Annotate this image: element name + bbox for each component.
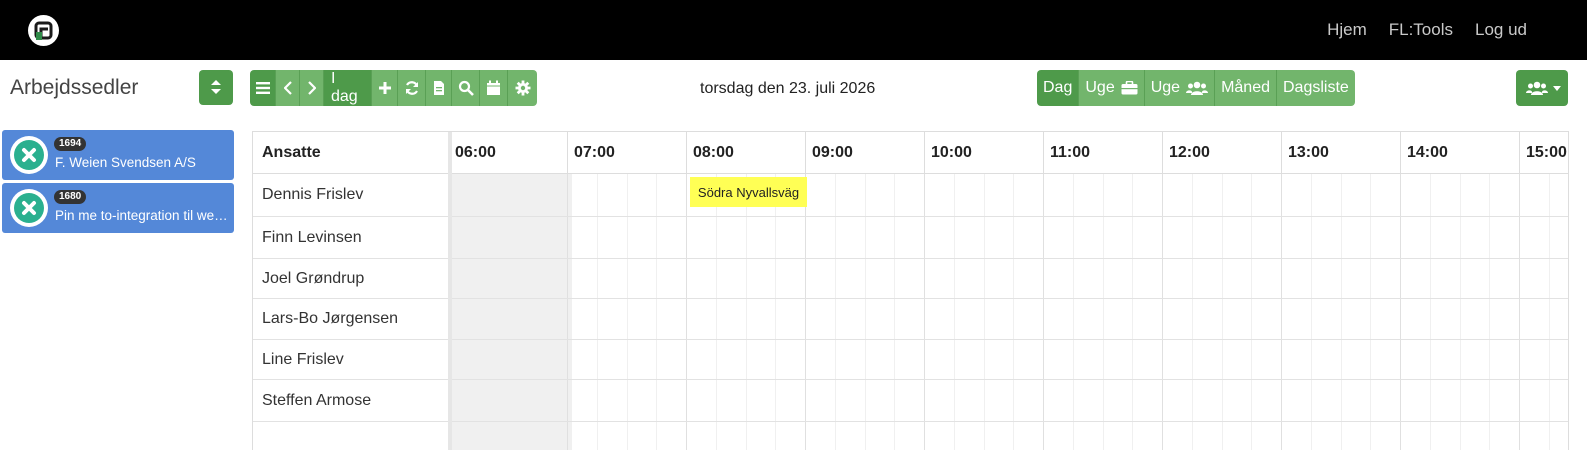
today-button[interactable]: I dag (324, 70, 372, 106)
employee-filter-button[interactable] (1516, 70, 1568, 106)
search-button[interactable] (452, 70, 480, 106)
employees-column-header: Ansatte (262, 144, 321, 161)
chevron-down-icon (1553, 86, 1561, 91)
menu-button[interactable] (250, 70, 276, 106)
hour-header: 09:00 (805, 132, 925, 174)
nav-links: Hjem FL:Tools Log ud (1327, 0, 1527, 60)
hour-header: 11:00 (1043, 132, 1163, 174)
app-logo[interactable] (28, 15, 59, 46)
hour-header: 06:00 (448, 132, 568, 174)
employee-name: Dennis Frislev (262, 186, 364, 203)
job-number-badge: 1680 (54, 190, 87, 204)
refresh-icon (405, 81, 418, 95)
worksheet-card[interactable]: 1694 F. Weien Svendsen A/S (2, 130, 234, 180)
avatar (10, 189, 48, 227)
users-icon (1526, 81, 1548, 95)
employee-name: Finn Levinsen (262, 228, 362, 246)
plus-icon (378, 82, 391, 94)
hour-header: 15:00 (1519, 132, 1569, 174)
card-title: F. Weien Svendsen A/S (55, 155, 196, 170)
chevron-right-icon (307, 81, 316, 95)
menu-icon (255, 82, 270, 94)
employee-name: Lars-Bo Jørgensen (262, 310, 399, 327)
view-month-label: Måned (1221, 79, 1270, 96)
close-icon (22, 201, 36, 215)
calendar-icon (487, 80, 500, 95)
refresh-button[interactable] (398, 70, 426, 106)
view-daylist-button[interactable]: Dagsliste (1277, 70, 1355, 106)
hour-header: 08:00 (686, 132, 806, 174)
view-month-button[interactable]: Måned (1215, 70, 1277, 106)
gear-icon (515, 80, 530, 96)
chevron-left-icon (283, 81, 292, 95)
hour-header: 12:00 (1162, 132, 1282, 174)
avatar (10, 136, 48, 174)
hour-header: 10:00 (924, 132, 1044, 174)
next-button[interactable] (300, 70, 324, 106)
top-navbar: Hjem FL:Tools Log ud (0, 0, 1587, 60)
nav-link-logout[interactable]: Log ud (1475, 20, 1527, 40)
view-day-button[interactable]: Dag (1037, 70, 1080, 106)
briefcase-icon (1121, 81, 1138, 95)
document-button[interactable] (426, 70, 452, 106)
sort-icon (211, 80, 221, 94)
search-icon (458, 80, 474, 96)
add-button[interactable] (372, 70, 398, 106)
panel-title: Arbejdssedler (10, 76, 139, 99)
card-title: Pin me to-integration til webshop (55, 208, 231, 223)
hour-header: 07:00 (567, 132, 687, 174)
employee-name: Steffen Armose (262, 391, 372, 409)
calendar-toolbar: I dag (250, 70, 537, 106)
grid-divider (448, 132, 452, 450)
view-week-jobs-label: Uge (1085, 79, 1115, 96)
prev-button[interactable] (276, 70, 300, 106)
view-daylist-label: Dagsliste (1283, 79, 1349, 96)
close-icon (22, 148, 36, 162)
nav-link-fltools[interactable]: FL:Tools (1389, 20, 1453, 40)
settings-button[interactable] (508, 70, 537, 106)
view-week-users-button[interactable]: Uge (1144, 70, 1216, 106)
worksheet-card[interactable]: 1680 Pin me to-integration til webshop (2, 183, 234, 233)
employee-name: Joel Grøndrup (262, 269, 365, 287)
view-week-jobs-button[interactable]: Uge (1079, 70, 1145, 106)
grid-right-border (1568, 131, 1569, 450)
hour-header: 14:00 (1400, 132, 1520, 174)
scheduler-grid: Ansatte 06:00 07:00 08:00 09:00 10:00 11:00 12… (252, 131, 1569, 450)
calendar-event[interactable]: Södra Nyvallsväg (690, 177, 807, 207)
calendar-button[interactable] (480, 70, 508, 106)
employee-name: Line Frislev (262, 350, 344, 368)
view-day-label: Dag (1043, 79, 1073, 96)
nav-link-home[interactable]: Hjem (1327, 20, 1367, 40)
view-switcher: Dag Uge Uge Måned Dagsliste (1037, 70, 1355, 106)
current-date: torsdag den 23. juli 2026 (700, 80, 876, 97)
job-number-badge: 1694 (54, 137, 87, 151)
hour-header: 13:00 (1281, 132, 1401, 174)
document-icon (433, 81, 444, 95)
users-icon (1186, 81, 1209, 95)
sort-button[interactable] (199, 70, 233, 105)
view-week-users-label: Uge (1150, 79, 1181, 96)
